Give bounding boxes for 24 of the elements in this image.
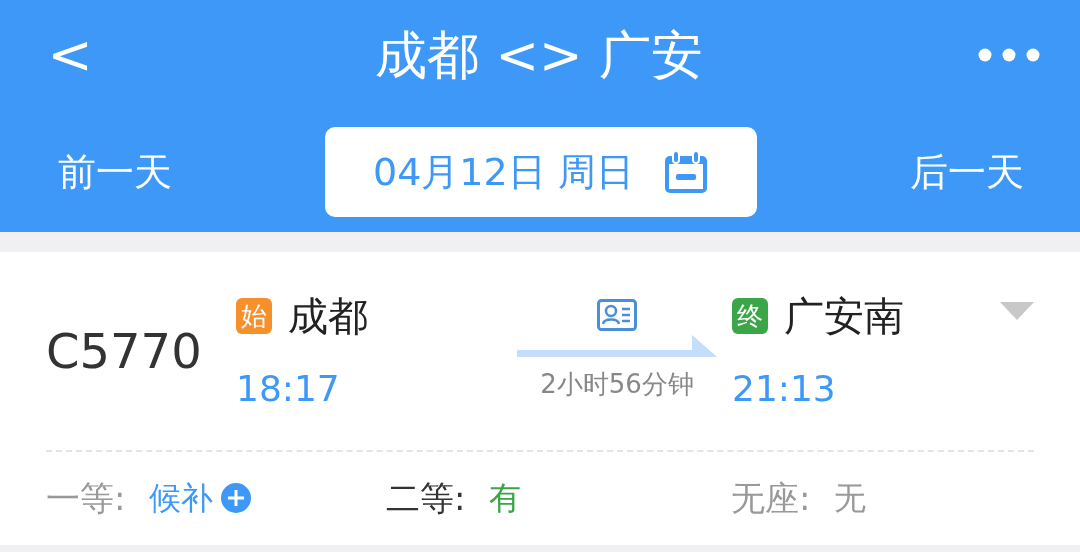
travel-duration: 2小时56分钟 <box>540 367 694 401</box>
seat-availability: 无 <box>834 478 867 519</box>
previous-day-button[interactable]: 前一天 <box>58 143 172 201</box>
station-name: 广安南 <box>784 292 904 341</box>
passenger-id-icon <box>597 298 637 331</box>
calendar-icon <box>663 149 709 195</box>
station-name: 成都 <box>288 292 368 341</box>
station-badge: 终 <box>732 298 768 334</box>
add-icon[interactable] <box>221 483 252 513</box>
seat-class-label: 一等: <box>46 476 126 520</box>
seat-availability[interactable]: 候补 <box>149 474 214 522</box>
arrival-time: 21:13 <box>732 367 837 411</box>
more-icon[interactable] <box>978 48 1040 62</box>
station-badge: 始 <box>236 298 272 334</box>
train-number: C5770 <box>46 322 203 381</box>
back-button[interactable]: < <box>40 28 100 82</box>
caret-icon[interactable] <box>1000 302 1034 322</box>
seat-class-label: 二等: <box>386 476 466 520</box>
seat-class-label: 无座: <box>731 476 811 520</box>
date-picker[interactable]: 04月12日 周日 <box>325 127 757 217</box>
page-title: 成都 <> 广安 <box>374 24 704 87</box>
seat-availability: 有 <box>489 478 522 519</box>
next-day-button[interactable]: 后一天 <box>910 143 1024 201</box>
departure-time: 18:17 <box>236 367 341 411</box>
